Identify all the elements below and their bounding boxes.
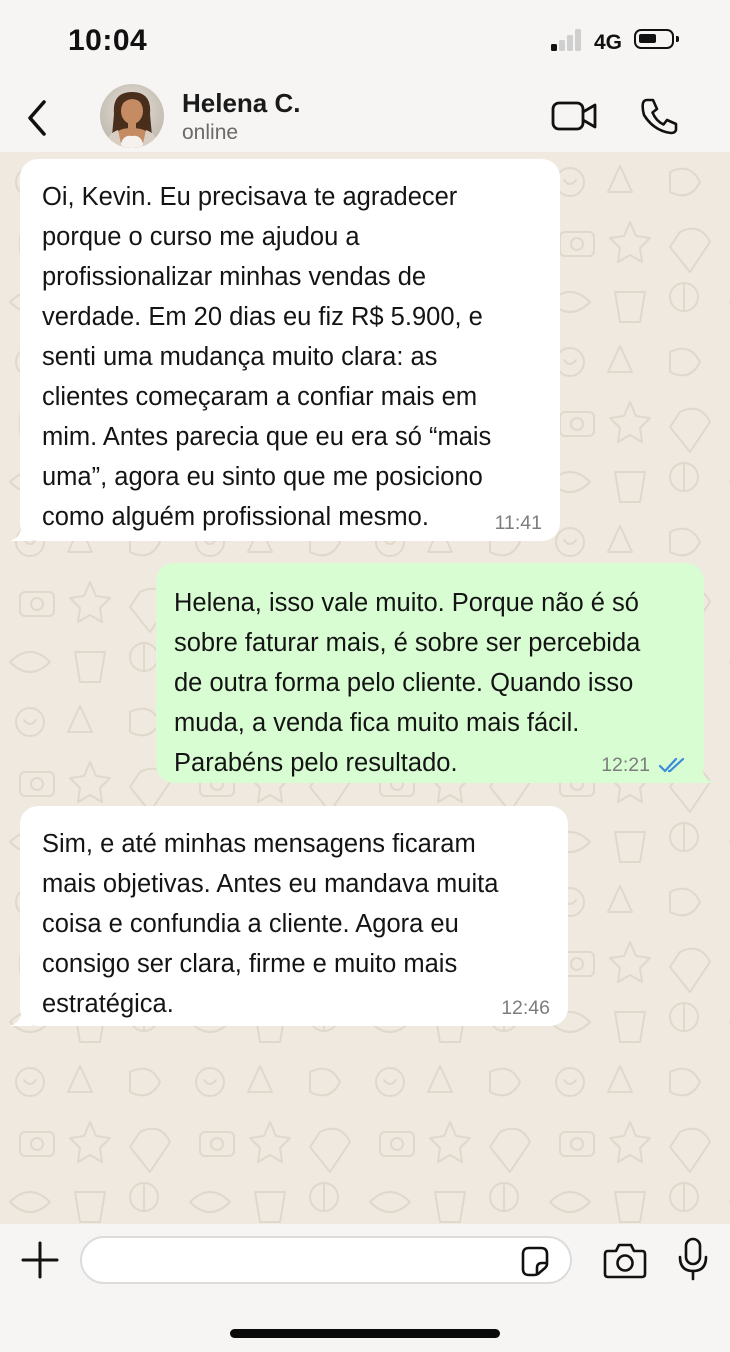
message-time: 11:41 — [494, 512, 542, 534]
contact-status: online — [182, 121, 239, 144]
message-text: Helena, isso vale muito. Porque não é só… — [174, 589, 641, 777]
message-text: Oi, Kevin. Eu precisava te agradecer por… — [42, 183, 492, 531]
attach-button[interactable] — [20, 1240, 60, 1280]
message-incoming[interactable]: Sim, e até minhas mensagens ficaram mais… — [10, 806, 568, 1026]
contact-name[interactable]: Helena C. — [182, 88, 301, 119]
message-time: 12:21 — [601, 754, 650, 776]
bubble-tail — [692, 765, 714, 783]
signal-icon — [551, 29, 583, 51]
microphone-icon — [678, 1237, 708, 1281]
composer — [0, 1224, 730, 1352]
battery-icon — [634, 29, 679, 49]
message-time: 12:46 — [501, 997, 550, 1019]
network-type: 4G — [594, 31, 623, 54]
back-chevron-icon — [28, 100, 46, 136]
phone-icon — [641, 98, 678, 135]
camera-button[interactable] — [602, 1240, 648, 1280]
message-text: Sim, e até minhas mensagens ficaram mais… — [42, 830, 499, 1018]
sticker-icon — [521, 1246, 549, 1277]
sticker-button[interactable] — [518, 1244, 552, 1278]
message-meta: 11:41 — [495, 511, 542, 535]
voice-call-button[interactable] — [638, 96, 680, 136]
message-input[interactable] — [80, 1236, 572, 1284]
bubble-tail — [10, 523, 32, 541]
status-bar: 10:04 4G — [0, 0, 730, 80]
double-check-icon — [658, 757, 685, 773]
camera-icon — [603, 1243, 647, 1279]
video-camera-icon — [551, 101, 597, 131]
chat-area[interactable]: Oi, Kevin. Eu precisava te agradecer por… — [0, 152, 730, 1224]
message-incoming[interactable]: Oi, Kevin. Eu precisava te agradecer por… — [10, 159, 560, 541]
plus-icon — [21, 1241, 59, 1279]
message-outgoing[interactable]: Helena, isso vale muito. Porque não é só… — [156, 563, 714, 783]
video-call-button[interactable] — [550, 98, 600, 134]
avatar[interactable] — [100, 84, 164, 148]
microphone-button[interactable] — [676, 1236, 710, 1282]
home-indicator — [230, 1329, 500, 1338]
back-button[interactable] — [20, 96, 60, 140]
chat-header: Helena C. online — [0, 80, 730, 152]
message-meta: 12:46 — [501, 996, 550, 1020]
message-meta: 12:21 — [601, 753, 686, 777]
bubble-tail — [10, 1008, 32, 1026]
status-time: 10:04 — [68, 24, 148, 57]
